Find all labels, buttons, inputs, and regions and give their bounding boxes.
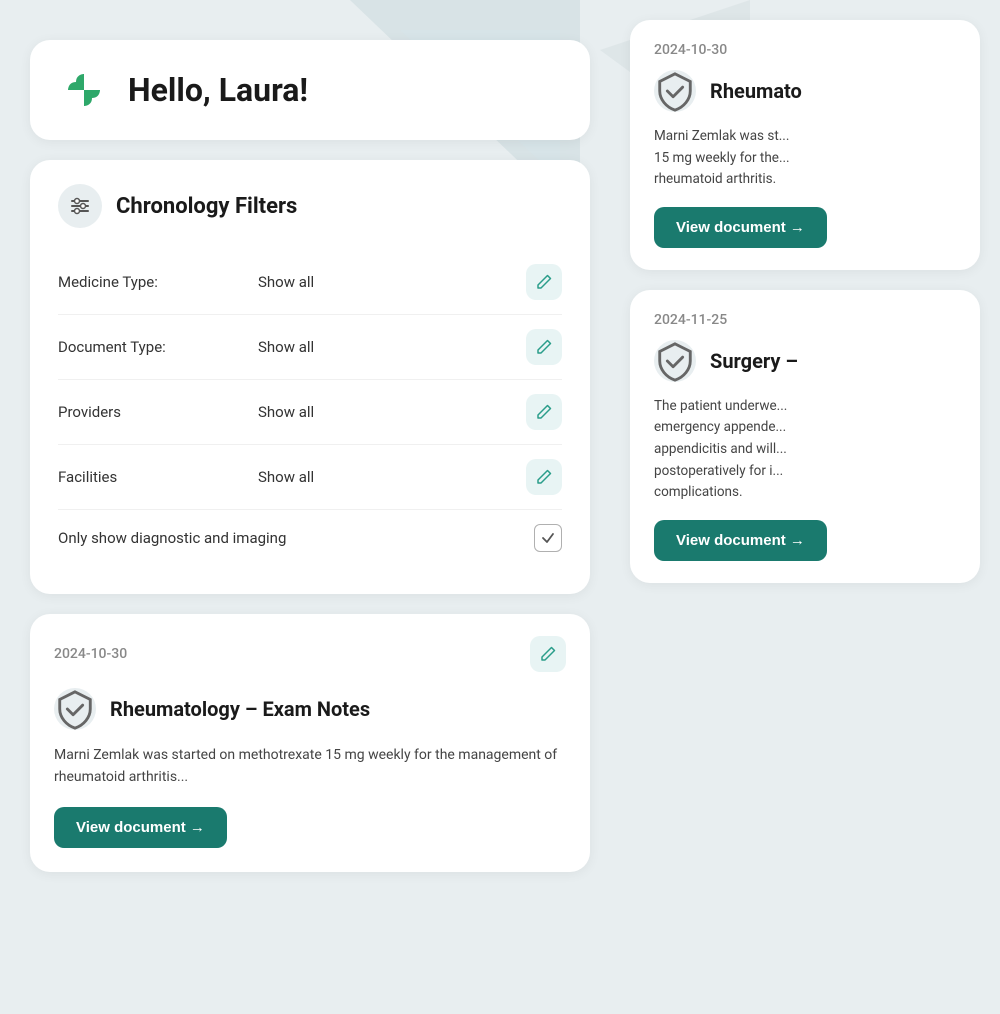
edit-medicine-button[interactable]	[526, 264, 562, 300]
right-card-2-icon	[654, 340, 696, 382]
right-card-2-title: Surgery –	[710, 349, 798, 373]
app-logo	[58, 64, 110, 116]
edit-providers-button[interactable]	[526, 394, 562, 430]
left-panel: Hello, Laura! Chronology Filters	[0, 0, 620, 1014]
filter-label-facilities: Facilities	[58, 468, 258, 486]
filter-row-medicine: Medicine Type: Show all	[58, 250, 562, 315]
right-card-1-icon	[654, 70, 696, 112]
pencil-icon	[536, 469, 552, 485]
pencil-icon	[536, 339, 552, 355]
greeting-card: Hello, Laura!	[30, 40, 590, 140]
filter-row-facilities: Facilities Show all	[58, 445, 562, 510]
right-card-1-title: Rheumato	[710, 79, 802, 103]
filters-header: Chronology Filters	[58, 184, 562, 228]
doc-card-header: 2024-10-30	[54, 636, 566, 672]
filter-label-diagnostic: Only show diagnostic and imaging	[58, 529, 534, 547]
check-icon	[541, 531, 555, 545]
edit-facilities-button[interactable]	[526, 459, 562, 495]
filters-title: Chronology Filters	[116, 194, 297, 219]
right-card-1-title-row: Rheumato	[654, 70, 956, 112]
filter-row-providers: Providers Show all	[58, 380, 562, 445]
doc-date: 2024-10-30	[54, 646, 127, 662]
filter-label-document: Document Type:	[58, 338, 258, 356]
filters-card: Chronology Filters Medicine Type: Show a…	[30, 160, 590, 594]
pencil-icon	[536, 404, 552, 420]
filter-row-diagnostic: Only show diagnostic and imaging	[58, 510, 562, 566]
doc-title: Rheumatology – Exam Notes	[110, 697, 370, 721]
right-card-1-view-btn[interactable]: View document →	[654, 207, 827, 248]
right-panel: 2024-10-30 Rheumato Marni Zemlak was st.…	[620, 0, 1000, 1014]
diagnostic-checkbox[interactable]	[534, 524, 562, 552]
doc-icon-circle	[54, 688, 96, 730]
doc-card-rheumatology: 2024-10-30 Rheumatology – Exam Notes Mar…	[30, 614, 590, 872]
right-card-2-view-btn[interactable]: View document →	[654, 520, 827, 561]
right-card-1: 2024-10-30 Rheumato Marni Zemlak was st.…	[630, 20, 980, 270]
filter-icon-circle	[58, 184, 102, 228]
filter-value-document: Show all	[258, 338, 526, 356]
filter-row-document: Document Type: Show all	[58, 315, 562, 380]
doc-title-row: Rheumatology – Exam Notes	[54, 688, 566, 730]
edit-doc-button[interactable]	[530, 636, 566, 672]
filter-value-medicine: Show all	[258, 273, 526, 291]
view-document-button[interactable]: View document →	[54, 807, 227, 848]
right-card-2-title-row: Surgery –	[654, 340, 956, 382]
pencil-icon	[536, 274, 552, 290]
right-card-2: 2024-11-25 Surgery – The patient underwe…	[630, 290, 980, 583]
filter-value-facilities: Show all	[258, 468, 526, 486]
right-card-2-body: The patient underwe...emergency appende.…	[654, 396, 956, 504]
right-card-1-date: 2024-10-30	[654, 42, 727, 58]
shield-check-icon	[654, 70, 696, 112]
greeting-text: Hello, Laura!	[128, 71, 308, 109]
right-card-2-date: 2024-11-25	[654, 312, 727, 328]
filter-label-providers: Providers	[58, 403, 258, 421]
right-card-1-body: Marni Zemlak was st...15 mg weekly for t…	[654, 126, 956, 191]
filter-label-medicine: Medicine Type:	[58, 273, 258, 291]
edit-document-button[interactable]	[526, 329, 562, 365]
doc-body: Marni Zemlak was started on methotrexate…	[54, 744, 566, 789]
filter-value-providers: Show all	[258, 403, 526, 421]
shield-check-icon	[54, 688, 96, 730]
shield-check-icon	[654, 340, 696, 382]
sliders-icon	[70, 196, 90, 216]
pencil-icon	[540, 646, 556, 662]
